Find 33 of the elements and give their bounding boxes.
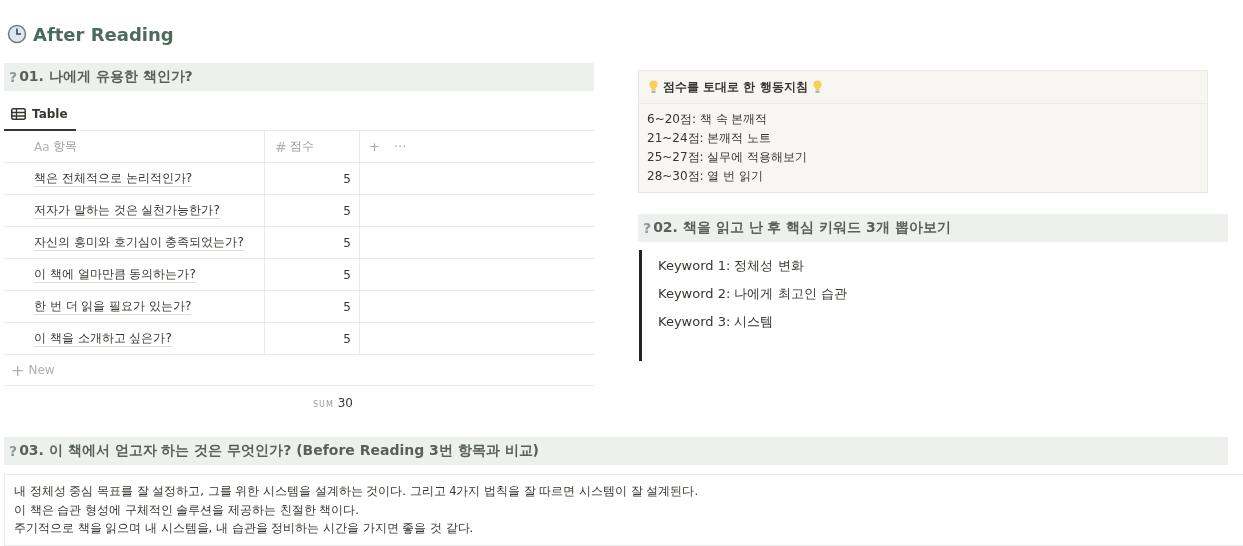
callout-title: 점수를 토대로 한 행동지침 [663,78,808,96]
guideline-text: 21~24점: 본깨적 노트 [647,130,773,147]
table-cell: 5 [265,291,360,322]
section-heading: ?01. 나에게 유용한 책인가? [4,63,594,91]
table-cell: 5 [265,195,360,226]
answer-text: 내 정체성 중심 목표를 잘 설정하고, 그를 위한 시스템을 설계하는 것이다. 그리고 4가지 법칙을 잘 따르면 시스템이 잘 설계된다. [14,483,700,500]
clock-icon [7,24,27,44]
keyword-text: Keyword 3: 시스템 [658,313,775,331]
table-icon [11,108,26,120]
row-title[interactable]: 이 책을 소개하고 싶은가? [34,330,172,347]
keyword-text: Keyword 2: 나에게 최고인 습관 [658,285,848,303]
table-cell: 5 [265,227,360,258]
answer-text: 주기적으로 책을 읽으며 내 시스템을, 내 습관을 정비하는 시간을 가지면 좋을 것 같다. [14,520,475,537]
guideline-text: 25~27점: 실무에 적용해보기 [647,149,809,166]
table-cell: 5 [265,259,360,290]
sum-value: SUM 30 [313,396,353,410]
keyword-text: Keyword 1: 정체성 변화 [658,257,805,275]
guideline-text: 28~30점: 열 번 읽기 [647,168,765,185]
row-title[interactable]: 저자가 말하는 것은 실천가능한가? [34,202,220,219]
guideline-text: 6~20점: 책 속 본깨적 [647,111,769,128]
section-heading: ?03. 이 책에서 얻고자 하는 것은 무엇인가? (Before Reading 3번 항목과 비교) [4,437,1228,465]
page-title: After Reading [33,23,174,45]
table-cell: 5 [265,323,360,354]
row-title[interactable]: 한 번 더 읽을 필요가 있는가? [34,298,192,315]
section-heading: ?02. 책을 읽고 난 후 핵심 키워드 3개 뽑아보기 [638,214,1228,242]
view-tab[interactable]: Table [4,107,76,131]
answer-text: 이 책은 습관 형성에 구체적인 솔루션을 제공하는 친절한 책이다. [14,501,360,519]
row-title[interactable]: 책은 전체적으로 논리적인가? [34,170,192,187]
bulb-icon [649,80,658,94]
bulb-icon [812,80,822,94]
table-cell: 5 [265,163,360,194]
row-title[interactable]: 이 책에 얼마만큼 동의하는가? [34,266,196,283]
row-title[interactable]: 자신의 흥미와 호기심이 충족되었는가? [34,234,244,251]
